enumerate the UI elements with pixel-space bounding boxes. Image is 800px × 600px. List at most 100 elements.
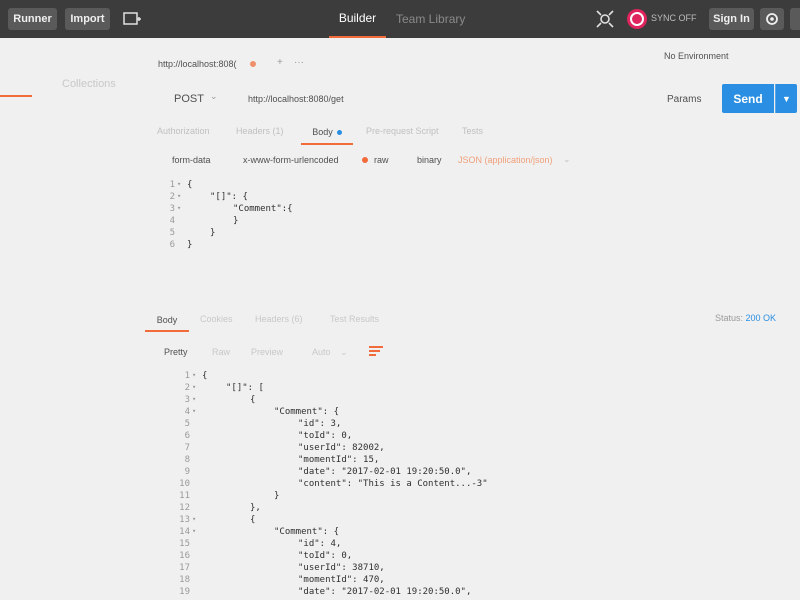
code-line: 9 "date": "2017-02-01 19:20:50.0", <box>170 467 770 479</box>
line-number: 9 <box>184 467 190 477</box>
format-raw[interactable]: Raw <box>212 347 230 357</box>
content-type-selector[interactable]: JSON (application/json) <box>458 155 553 165</box>
line-number: 3 <box>169 204 175 214</box>
tab-authorization[interactable]: Authorization <box>157 126 210 136</box>
code-text: } <box>274 491 280 501</box>
line-number: 14 <box>179 527 190 537</box>
code-line: 1 ▾ { <box>155 180 655 192</box>
response-tab-body[interactable]: Body <box>145 310 189 332</box>
code-line: 16 "toId": 0, <box>170 551 770 563</box>
code-text: "[]": { <box>210 192 248 202</box>
code-line: 5 "id": 3, <box>170 419 770 431</box>
code-line: 2 ▾ "[]": { <box>155 192 655 204</box>
url-input[interactable]: http://localhost:8080/get <box>248 94 344 104</box>
body-type-form-data[interactable]: form-data <box>172 155 211 165</box>
fold-arrow-icon[interactable]: ▾ <box>177 180 181 188</box>
fold-arrow-icon[interactable]: ▾ <box>192 383 196 391</box>
new-request-tab-button[interactable]: + <box>277 57 283 68</box>
params-button[interactable]: Params <box>667 94 701 105</box>
new-tab-button[interactable] <box>118 8 146 30</box>
chevron-down-icon: ▼ <box>782 93 791 104</box>
request-body-editor[interactable]: 1 ▾{2 ▾ "[]": {3 ▾ "Comment":{4} 5} 6} <box>155 180 655 255</box>
code-text: "Comment":{ <box>233 204 293 214</box>
text-wrap-icon[interactable] <box>369 345 383 357</box>
fold-arrow-icon[interactable]: ▾ <box>177 204 181 212</box>
response-tab-cookies[interactable]: Cookies <box>200 314 233 324</box>
import-button[interactable]: Import <box>65 8 110 30</box>
fold-arrow-icon[interactable]: ▾ <box>192 371 196 379</box>
environment-selector[interactable]: No Environment <box>664 51 729 61</box>
code-text: "id": 3, <box>298 419 342 429</box>
code-text: { <box>250 395 256 405</box>
code-line: 15 "id": 4, <box>170 539 770 551</box>
more-tabs-button[interactable]: ··· <box>294 57 304 68</box>
line-number: 1 <box>169 180 175 190</box>
code-text: "momentId": 470, <box>298 575 385 585</box>
code-line: 5} <box>155 228 655 240</box>
fold-arrow-icon[interactable]: ▾ <box>192 395 196 403</box>
satellite-button[interactable] <box>760 8 784 30</box>
tab-body[interactable]: Body <box>301 121 353 145</box>
response-body-viewer[interactable]: 1 ▾{2 ▾ "[]": [3 ▾{4 ▾ "Comment": {5 "id": 3, 6 "… <box>170 371 770 600</box>
sync-status-label: SYNC OFF <box>651 13 697 23</box>
tab-headers[interactable]: Headers (1) <box>236 126 284 136</box>
line-number: 8 <box>184 455 190 465</box>
line-number: 6 <box>169 240 175 250</box>
body-type-raw[interactable]: raw <box>374 155 389 165</box>
code-text: { <box>187 180 193 190</box>
line-number: 3 <box>184 395 190 405</box>
response-tab-test-results[interactable]: Test Results <box>330 314 379 324</box>
code-line: 11} <box>170 491 770 503</box>
line-number: 13 <box>179 515 190 525</box>
sidebar-active-tab-indicator <box>0 95 32 97</box>
tab-pre-request-script[interactable]: Pre-request Script <box>366 126 439 136</box>
format-preview[interactable]: Preview <box>251 347 283 357</box>
method-selector[interactable]: POST <box>174 93 204 105</box>
response-tab-headers[interactable]: Headers (6) <box>255 314 303 324</box>
tab-team-library[interactable]: Team Library <box>396 0 465 38</box>
runner-button[interactable]: Runner <box>8 8 57 30</box>
format-auto[interactable]: Auto <box>312 347 331 357</box>
send-options-button[interactable]: ▼ <box>775 84 797 113</box>
code-line: 4 ▾ "Comment": { <box>170 407 770 419</box>
body-type-urlencoded[interactable]: x-www-form-urlencoded <box>243 155 339 165</box>
body-type-binary[interactable]: binary <box>417 155 442 165</box>
code-line: 8 "momentId": 15, <box>170 455 770 467</box>
code-text: "content": "This is a Content...-3" <box>298 479 488 489</box>
format-pretty[interactable]: Pretty <box>164 347 188 357</box>
code-line: 18 "momentId": 470, <box>170 575 770 587</box>
code-text: "[]": [ <box>226 383 264 393</box>
raw-radio-selected[interactable] <box>362 157 368 163</box>
line-number: 2 <box>169 192 175 202</box>
sign-in-button[interactable]: Sign In <box>709 8 754 30</box>
code-text: "date": "2017-02-01 19:20:50.0", <box>298 467 472 477</box>
sync-icon[interactable] <box>627 9 647 29</box>
tab-tests[interactable]: Tests <box>462 126 483 136</box>
body-indicator-dot <box>336 129 342 135</box>
tab-builder[interactable]: Builder <box>329 0 386 38</box>
line-number: 4 <box>184 407 190 417</box>
request-tab-label[interactable]: http://localhost:808( <box>158 59 237 69</box>
line-number: 17 <box>179 563 190 573</box>
code-line: 3 ▾ "Comment":{ <box>155 204 655 216</box>
line-number: 5 <box>169 228 175 238</box>
status-value: 200 OK <box>745 313 777 323</box>
overflow-button[interactable] <box>790 8 800 30</box>
interceptor-icon[interactable] <box>595 9 615 29</box>
line-number: 11 <box>179 491 190 501</box>
fold-arrow-icon[interactable]: ▾ <box>192 515 196 523</box>
sidebar-tab-collections[interactable]: Collections <box>62 78 116 90</box>
code-text: }, <box>250 503 261 513</box>
fold-arrow-icon[interactable]: ▾ <box>177 192 181 200</box>
satellite-icon <box>766 13 778 25</box>
code-line: 1 ▾ { <box>170 371 770 383</box>
code-line: 6} <box>155 240 655 252</box>
fold-arrow-icon[interactable]: ▾ <box>192 407 196 415</box>
send-button[interactable]: Send <box>722 84 774 113</box>
line-number: 10 <box>179 479 190 489</box>
code-text: "momentId": 15, <box>298 455 380 465</box>
fold-arrow-icon[interactable]: ▾ <box>192 527 196 535</box>
code-line: 3 ▾ { <box>170 395 770 407</box>
code-line: 6 "toId": 0, <box>170 431 770 443</box>
code-text: } <box>233 216 239 226</box>
